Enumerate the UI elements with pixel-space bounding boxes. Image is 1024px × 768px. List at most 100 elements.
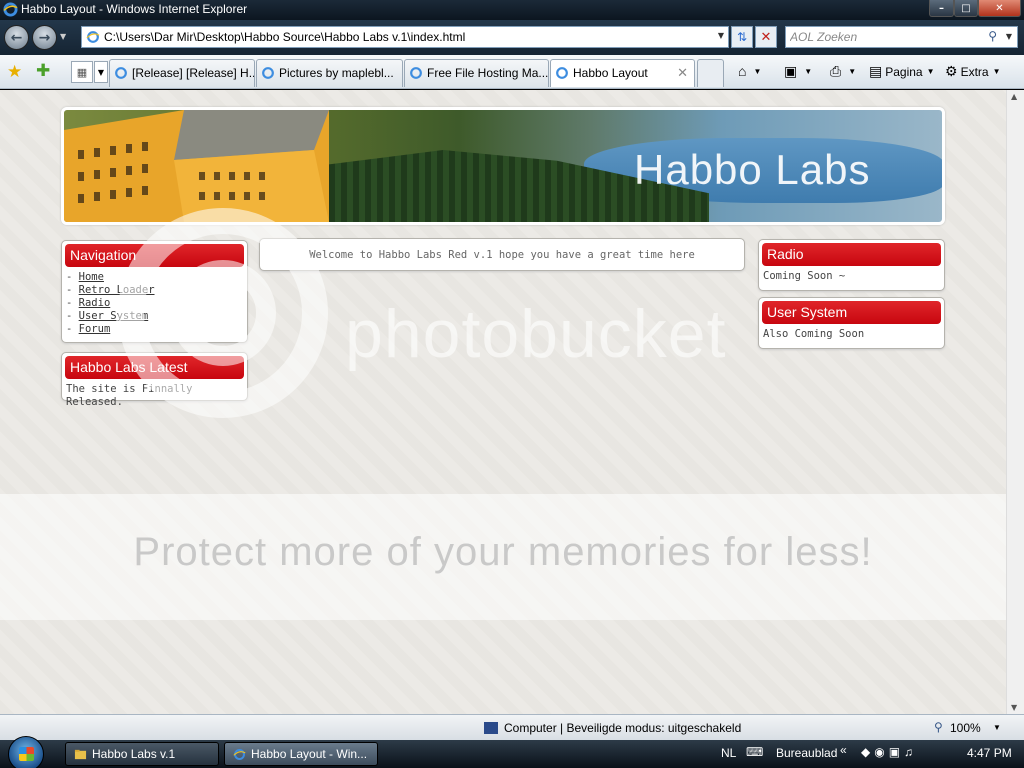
page-icon	[86, 31, 100, 43]
back-button[interactable]: ←	[4, 25, 29, 50]
home-button[interactable]: ⌂ ▼	[738, 63, 761, 79]
windows-logo-icon	[19, 747, 34, 761]
quick-tabs-icon: ▦	[76, 65, 88, 79]
forward-button[interactable]: →	[32, 25, 57, 50]
new-tab-button[interactable]	[697, 59, 724, 87]
tools-menu-label: Extra	[960, 64, 989, 79]
print-icon: ⎙	[830, 63, 842, 79]
search-input[interactable]	[790, 29, 990, 45]
history-dropdown-icon[interactable]: ▼	[60, 32, 66, 41]
ie-page-icon	[262, 67, 274, 79]
add-favorites-icon[interactable]: ✚	[36, 61, 50, 81]
address-bar[interactable]: ▼	[81, 26, 729, 48]
language-indicator[interactable]: NL	[721, 746, 736, 760]
taskbar-item-habbo-labs[interactable]: Habbo Labs v.1	[65, 742, 219, 766]
chevron-down-icon: ▼	[848, 67, 857, 76]
tab-pictures[interactable]: Pictures by maplebl...	[256, 59, 403, 87]
minimize-button[interactable]: –	[929, 0, 954, 17]
watermark-logo-inner-ring	[170, 260, 276, 366]
security-zone-text[interactable]: Computer | Beveiligde modus: uitgeschake…	[504, 721, 741, 735]
status-bar: Computer | Beveiligde modus: uitgeschake…	[0, 714, 1024, 740]
folder-icon	[74, 749, 87, 760]
banner-title: Habbo Labs	[634, 146, 871, 193]
tab-habbo-layout[interactable]: Habbo Layout ✕	[550, 59, 695, 87]
welcome-message: Welcome to Habbo Labs Red v.1 hope you h…	[259, 238, 745, 271]
gear-icon: ⚙	[945, 63, 958, 79]
zoom-icon[interactable]: ⚲	[934, 720, 943, 734]
page-menu-icon: ▤	[869, 63, 883, 79]
ie-logo-icon	[3, 2, 18, 17]
keyboard-icon[interactable]: ⌨	[746, 745, 763, 759]
title-bar: Habbo Layout - Windows Internet Explorer…	[0, 0, 1024, 20]
nav-link-home[interactable]: Home	[79, 271, 104, 283]
feeds-button[interactable]: ▣ ▼	[784, 63, 812, 80]
tab-label: Pictures by maplebl...	[279, 66, 394, 80]
nav-link-forum[interactable]: Forum	[79, 323, 111, 335]
ie-logo-icon	[233, 749, 246, 760]
quick-tabs-button[interactable]: ▦	[71, 61, 93, 83]
ie-page-icon	[410, 67, 422, 79]
vertical-scrollbar[interactable]: ▲ ▼	[1006, 90, 1024, 714]
system-tray: NL ⌨ Bureaublad « ◆◉▣♫ 4:47 PM	[713, 740, 1024, 768]
favorites-star-icon[interactable]: ★	[7, 62, 22, 82]
address-dropdown-icon[interactable]: ▼	[718, 31, 724, 40]
banner-hotel-building	[64, 110, 329, 222]
desktop-toolbar-label[interactable]: Bureaublad	[776, 746, 837, 760]
search-icon[interactable]: ⚲	[988, 29, 997, 43]
tab-list-dropdown[interactable]: ▼	[94, 61, 108, 83]
radio-title: Radio	[762, 243, 941, 266]
tab-label: Free File Hosting Ma...	[427, 66, 549, 80]
show-hidden-icons-icon[interactable]: «	[840, 743, 847, 757]
ie-page-icon	[556, 67, 568, 79]
page-menu[interactable]: ▤ Pagina ▼	[869, 63, 935, 80]
stop-button[interactable]: ✕	[755, 26, 777, 48]
rss-icon: ▣	[784, 63, 798, 79]
window-title: Habbo Layout - Windows Internet Explorer	[21, 2, 248, 16]
radio-panel: Radio Coming Soon ~	[758, 239, 945, 291]
taskbar-item-habbo-layout[interactable]: Habbo Layout - Win...	[224, 742, 378, 766]
refresh-button[interactable]: ⇅	[731, 26, 753, 48]
forward-arrow-icon: →	[38, 29, 51, 46]
user-system-text: Also Coming Soon	[763, 328, 865, 340]
chevron-down-icon: ▼	[804, 67, 813, 76]
nav-link-radio[interactable]: Radio	[79, 297, 111, 309]
start-button[interactable]	[8, 736, 44, 768]
tray-icons[interactable]: ◆◉▣♫	[861, 745, 917, 759]
zoom-level[interactable]: 100%	[950, 721, 981, 735]
radio-text: Coming Soon ~	[763, 270, 846, 282]
search-options-icon[interactable]: ▼	[1006, 32, 1012, 41]
watermark-brand: photobucket	[345, 296, 727, 372]
chevron-down-icon: ▼	[753, 66, 762, 76]
close-tab-icon[interactable]: ✕	[677, 65, 688, 81]
back-arrow-icon: ←	[10, 29, 23, 46]
chevron-down-icon: ▼	[992, 67, 1001, 76]
tools-menu[interactable]: ⚙ Extra ▼	[945, 63, 1001, 80]
zoom-dropdown-icon[interactable]: ▼	[993, 723, 1001, 732]
page-viewport: Habbo Labs Navigation - Home - Retro Loa…	[0, 90, 1006, 714]
address-input[interactable]	[104, 29, 704, 45]
refresh-icon: ⇅	[736, 30, 748, 44]
clock[interactable]: 4:47 PM	[967, 746, 1012, 760]
stop-icon: ✕	[760, 29, 772, 45]
chevron-down-icon: ▼	[926, 67, 935, 76]
watermark-tagline: Protect more of your memories for less!	[133, 530, 873, 574]
maximize-button[interactable]: □	[954, 0, 978, 17]
taskbar: Habbo Labs v.1 Habbo Layout - Win... NL …	[0, 736, 1024, 768]
tab-release[interactable]: [Release] [Release] H...	[109, 59, 255, 87]
search-box[interactable]: ⚲ ▼	[785, 26, 1018, 48]
header-banner: Habbo Labs	[61, 107, 945, 225]
address-toolbar: ← → ▼ ▼ ⇅ ✕ ⚲ ▼	[0, 20, 1024, 55]
tab-toolbar: ★ ✚ ▦ ▼ [Release] [Release] H... Picture…	[0, 55, 1024, 89]
taskbar-item-label: Habbo Layout - Win...	[251, 747, 368, 761]
home-icon: ⌂	[738, 63, 747, 79]
tab-file-hosting[interactable]: Free File Hosting Ma...	[404, 59, 549, 87]
taskbar-item-label: Habbo Labs v.1	[92, 747, 176, 761]
scroll-up-icon[interactable]: ▲	[1011, 92, 1017, 101]
page-menu-label: Pagina	[885, 64, 923, 79]
scroll-down-icon[interactable]: ▼	[1011, 703, 1017, 712]
close-button[interactable]: ✕	[978, 0, 1021, 17]
print-button[interactable]: ⎙ ▼	[830, 63, 856, 80]
chevron-down-icon: ▼	[97, 67, 105, 77]
tab-label: Habbo Layout	[573, 66, 648, 80]
user-system-title: User System	[762, 301, 941, 324]
